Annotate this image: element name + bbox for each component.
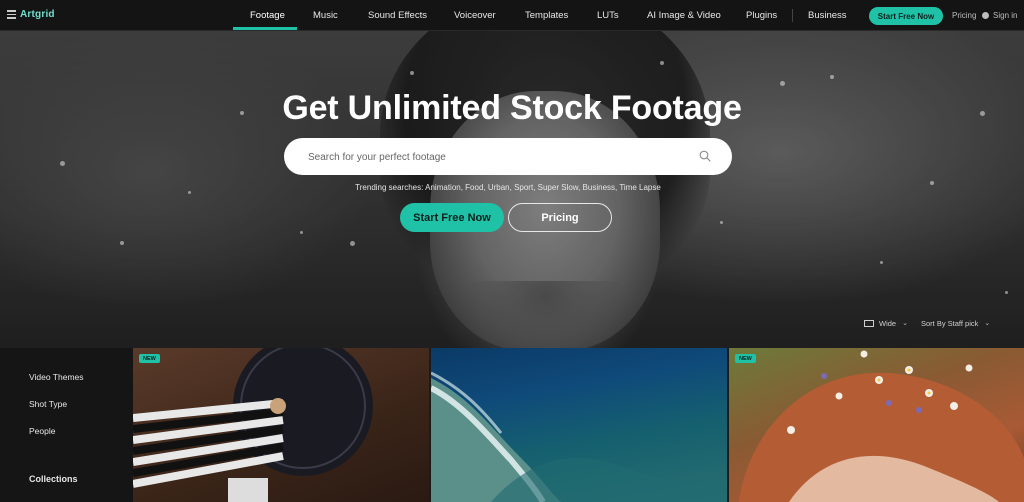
footage-thumbnail[interactable]: NEW: [133, 348, 429, 502]
raindrop: [120, 241, 124, 245]
nav-item-music[interactable]: Music: [313, 0, 338, 31]
nav-item-voiceover[interactable]: Voiceover: [454, 0, 496, 31]
footage-thumbnail[interactable]: [431, 348, 727, 502]
new-badge: NEW: [139, 354, 160, 363]
hero-title: Get Unlimited Stock Footage: [282, 89, 742, 127]
sidebar-item-collections[interactable]: Collections: [29, 474, 78, 484]
raindrop: [300, 231, 303, 234]
raindrop: [1005, 291, 1008, 294]
raindrop: [410, 71, 414, 75]
sort-dropdown[interactable]: Sort By Staff pick ⌄: [921, 317, 990, 329]
new-badge: NEW: [735, 354, 756, 363]
nav-item-plugins[interactable]: Plugins: [746, 0, 777, 31]
sign-in-link[interactable]: Sign in: [993, 0, 1017, 31]
thumbnail-image: [739, 350, 1024, 502]
nav-pricing-link[interactable]: Pricing: [952, 0, 976, 31]
sidebar-item-shot-type[interactable]: Shot Type: [29, 399, 67, 409]
hero-banner: Get Unlimited Stock Footage Trending sea…: [0, 31, 1024, 348]
sidebar-item-video-themes[interactable]: Video Themes: [29, 372, 84, 382]
thumbnail-image: [133, 348, 373, 502]
nav-item-business[interactable]: Business: [808, 0, 847, 31]
sidebar-item-people[interactable]: People: [29, 426, 55, 436]
view-label: Wide: [879, 318, 897, 328]
raindrop: [880, 261, 883, 264]
filter-sidebar: Video Themes Shot Type People Collection…: [0, 348, 133, 502]
nav-divider: [792, 9, 793, 22]
search-input[interactable]: [308, 149, 688, 165]
nav-item-sound-effects[interactable]: Sound Effects: [368, 0, 427, 31]
footage-thumbnail[interactable]: NEW: [729, 348, 1024, 502]
logo[interactable]: Artgrid: [20, 9, 55, 20]
trending-searches[interactable]: Trending searches: Animation, Food, Urba…: [0, 183, 1016, 192]
nav-item-templates[interactable]: Templates: [525, 0, 568, 31]
top-nav: Artgrid Footage Music Sound Effects Voic…: [0, 0, 1024, 31]
raindrop: [660, 61, 664, 65]
search-bar[interactable]: [284, 138, 732, 175]
menu-icon[interactable]: [7, 10, 16, 19]
sort-label: Sort By Staff pick: [921, 318, 979, 328]
view-toggle[interactable]: Wide ⌄: [864, 317, 908, 329]
raindrop: [350, 241, 355, 246]
raindrop: [830, 75, 834, 79]
raindrop: [720, 221, 723, 224]
nav-item-ai-image-video[interactable]: AI Image & Video: [647, 0, 721, 31]
pricing-button[interactable]: Pricing: [508, 203, 612, 232]
raindrop: [780, 81, 785, 86]
thumbnail-image: [431, 371, 727, 502]
nav-start-free-button[interactable]: Start Free Now: [869, 7, 943, 25]
user-icon: [982, 12, 989, 19]
nav-item-luts[interactable]: LUTs: [597, 0, 619, 31]
chevron-down-icon: ⌄: [902, 320, 908, 327]
search-icon[interactable]: [699, 150, 711, 162]
chevron-down-icon: ⌄: [984, 320, 991, 327]
start-free-button[interactable]: Start Free Now: [400, 203, 504, 232]
raindrop: [60, 161, 65, 166]
active-tab-indicator: [233, 27, 297, 30]
wide-view-icon: [864, 319, 874, 327]
